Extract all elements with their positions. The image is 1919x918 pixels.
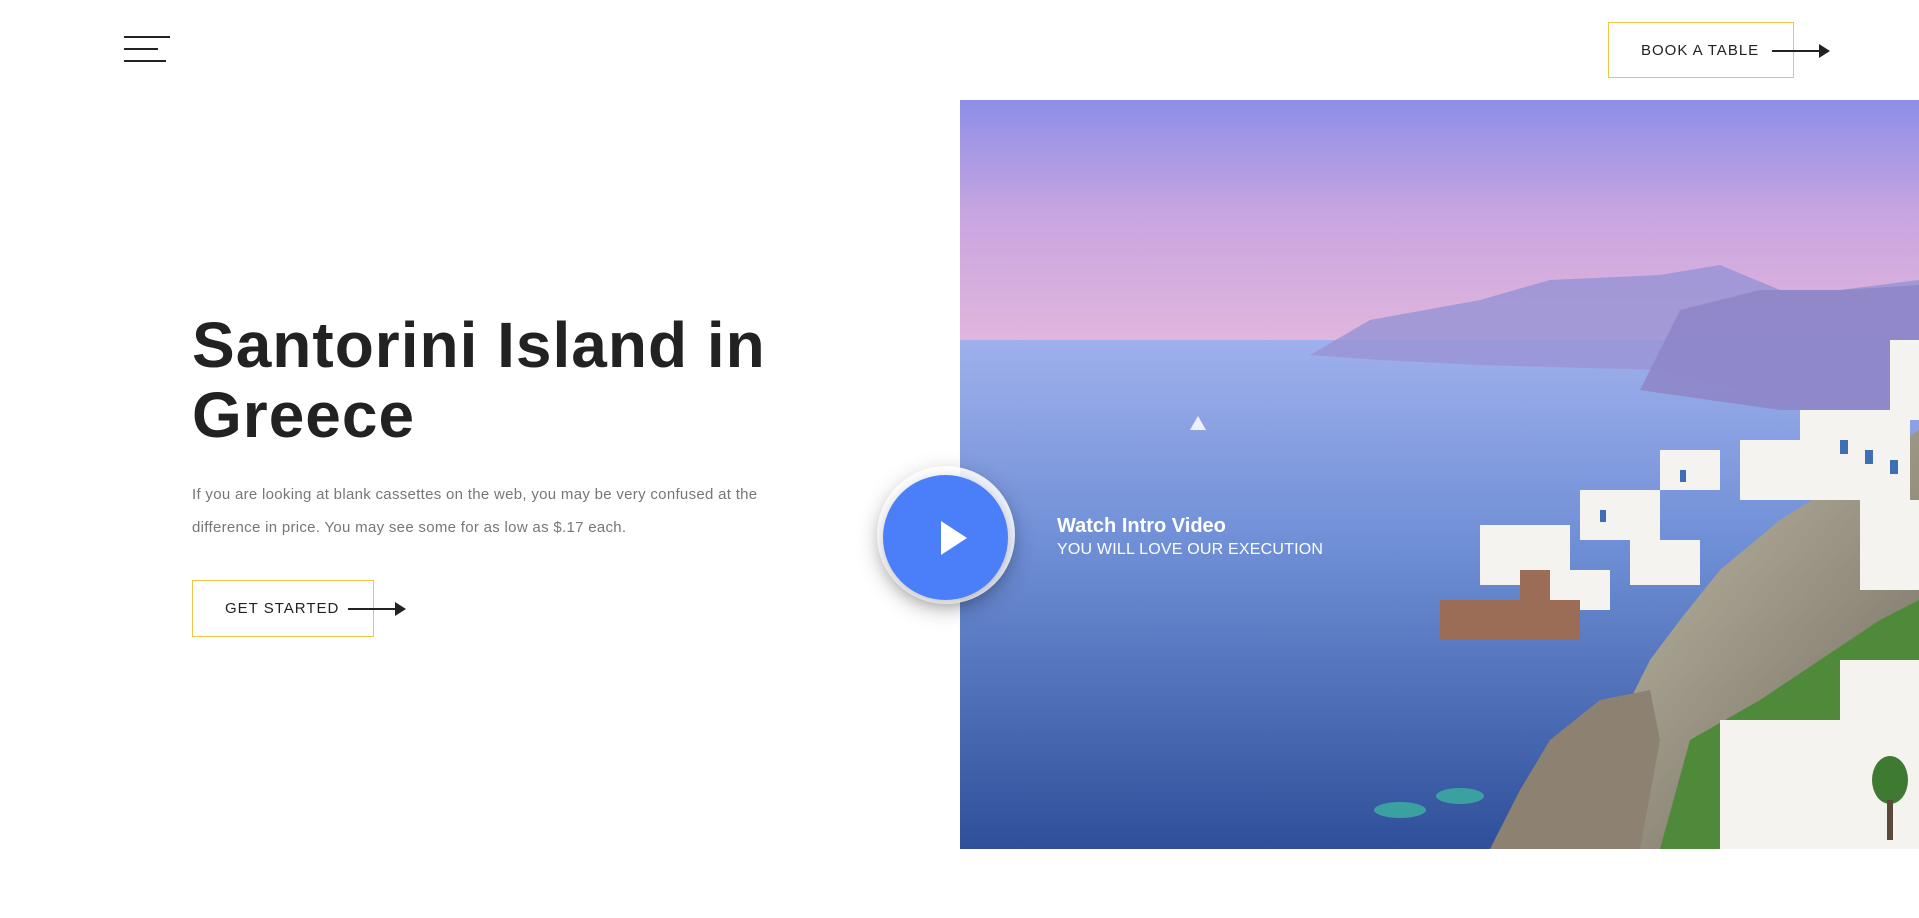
arrow-right-icon [1772, 44, 1830, 58]
book-table-button[interactable]: BOOK A TABLE [1608, 22, 1830, 78]
hero-image-santorini [960, 100, 1919, 849]
hero-description: If you are looking at blank cassettes on… [192, 486, 758, 536]
menu-line [124, 36, 170, 38]
menu-line [124, 48, 158, 50]
arrow-right-icon [348, 602, 406, 616]
get-started-button[interactable]: GET STARTED [192, 580, 406, 637]
get-started-label: GET STARTED [225, 600, 340, 617]
video-title: Watch Intro Video [1057, 515, 1226, 537]
hamburger-menu-icon[interactable] [124, 36, 170, 66]
menu-line [124, 60, 166, 62]
book-table-label: BOOK A TABLE [1641, 41, 1760, 59]
play-icon[interactable] [883, 475, 1008, 600]
video-subtitle: YOU WILL LOVE OUR EXECUTION [1057, 541, 1324, 558]
hero-title: Santorini Island in Greece [192, 309, 766, 451]
